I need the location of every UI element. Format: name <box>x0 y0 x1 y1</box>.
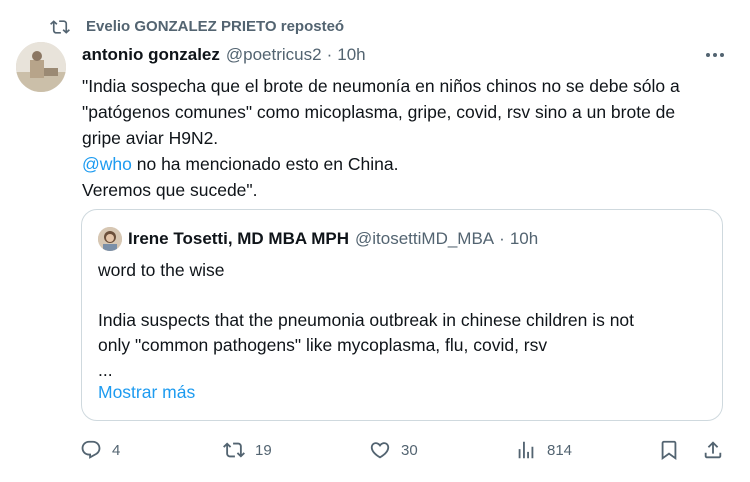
more-dot-icon <box>720 53 724 57</box>
quoted-avatar[interactable] <box>98 227 122 251</box>
quoted-text-line <box>98 283 634 308</box>
tweet-text-line: "India sospecha que el brote de neumonía… <box>82 76 680 96</box>
repost-button[interactable]: 19 <box>223 436 272 464</box>
tweet-text: "India sospecha que el brote de neumonía… <box>82 73 732 203</box>
bookmark-icon <box>661 440 677 461</box>
tweet-text-fragment: no ha mencionado esto en China. <box>131 154 399 174</box>
repost-icon <box>223 442 245 458</box>
mention-link[interactable]: @who <box>82 154 132 174</box>
views-button[interactable]: 814 <box>515 436 572 464</box>
share-icon <box>704 441 722 459</box>
more-dot-icon <box>706 53 710 57</box>
more-options-button[interactable] <box>700 44 730 66</box>
timestamp[interactable]: 10h <box>337 45 365 65</box>
views-count: 814 <box>547 441 573 459</box>
quoted-text-line: only "common pathogens" like mycoplasma,… <box>98 335 548 355</box>
tweet-text-line: @who no ha mencionado esto en China. <box>82 151 732 177</box>
tweet-text-line: "patógenos comunes" como micoplasma, gri… <box>82 102 676 122</box>
quoted-text: word to the wise India suspects that the… <box>98 258 634 383</box>
quoted-text-line: word to the wise <box>98 260 225 280</box>
avatar[interactable] <box>16 42 66 92</box>
author-name[interactable]: antonio gonzalez <box>82 45 220 65</box>
tweet-header: antonio gonzalez @poetricus2 · 10h <box>82 44 730 66</box>
quoted-header: Irene Tosetti, MD MBA MPH @itosettiMD_MB… <box>128 228 538 250</box>
show-more-link[interactable]: Mostrar más <box>98 382 195 403</box>
heart-icon <box>370 442 390 459</box>
author-handle[interactable]: @poetricus2 <box>226 45 322 65</box>
quoted-text-line: India suspects that the pneumonia outbre… <box>98 310 635 330</box>
views-icon <box>518 441 534 459</box>
repost-icon <box>50 20 70 34</box>
separator-dot: · <box>326 45 333 64</box>
reply-button[interactable]: 4 <box>80 436 120 464</box>
like-button[interactable]: 30 <box>369 436 418 464</box>
quoted-tweet[interactable]: Irene Tosetti, MD MBA MPH @itosettiMD_MB… <box>81 209 723 421</box>
repost-count: 19 <box>255 441 272 459</box>
tweet-text-line: gripe aviar H9N2. <box>82 128 219 148</box>
action-bar: 4 19 30 814 <box>80 436 730 464</box>
quoted-author-handle[interactable]: @itosettiMD_MBA <box>355 229 494 249</box>
like-count: 30 <box>401 441 418 459</box>
tweet-text-line: Veremos que sucede". <box>82 180 258 200</box>
share-button[interactable] <box>702 436 724 464</box>
reply-icon <box>81 440 101 459</box>
separator-dot: · <box>499 229 505 248</box>
quoted-author-name[interactable]: Irene Tosetti, MD MBA MPH <box>128 229 349 249</box>
quoted-timestamp[interactable]: 10h <box>510 229 538 249</box>
bookmark-button[interactable] <box>658 436 680 464</box>
repost-attribution[interactable]: Evelio GONZALEZ PRIETO reposteó <box>86 18 344 35</box>
quoted-text-line: ... <box>98 360 113 380</box>
more-dot-icon <box>713 53 717 57</box>
reply-count: 4 <box>112 441 121 459</box>
